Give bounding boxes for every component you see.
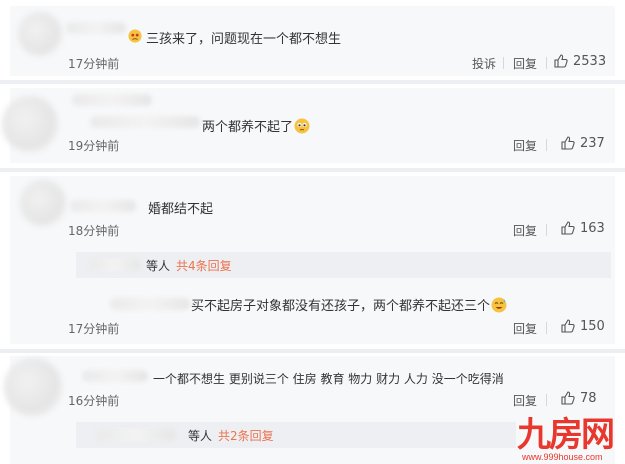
divider — [0, 80, 625, 84]
avatar[interactable] — [18, 12, 62, 56]
watermark-logo: 九房网 — [517, 415, 615, 455]
username[interactable] — [70, 200, 136, 212]
sub-reply-bar[interactable]: 等人 共2条回复 — [76, 422, 516, 448]
divider — [546, 224, 547, 236]
watermark-site: www.999house.com — [522, 452, 603, 462]
reply-button[interactable]: 回复 — [513, 222, 537, 239]
thumbs-up-icon — [554, 54, 568, 68]
pleading-face-icon — [294, 118, 310, 134]
like-button[interactable]: 237 — [560, 135, 605, 151]
divider — [546, 322, 547, 334]
comment-text: 婚都结不起 — [148, 202, 214, 217]
divider — [503, 57, 504, 69]
username[interactable] — [66, 22, 126, 34]
like-count: 150 — [580, 318, 605, 334]
report-button[interactable]: 投诉 — [472, 55, 496, 72]
thumbs-up-icon — [561, 319, 575, 333]
username[interactable] — [82, 370, 148, 382]
reply-button[interactable]: 回复 — [513, 392, 537, 409]
username[interactable] — [72, 94, 152, 106]
divider — [546, 139, 547, 151]
username[interactable] — [90, 116, 200, 128]
comment-text: 买不起房子对象都没有还孩子，两个都养不起还三个 — [191, 295, 507, 314]
sweat-smile-face-icon — [491, 297, 507, 313]
username[interactable] — [110, 298, 190, 310]
like-button[interactable]: 163 — [560, 220, 605, 236]
more-replies-link[interactable]: 共2条回复 — [218, 427, 274, 444]
thumbs-up-icon — [561, 391, 575, 405]
comment-card: 买不起房子对象都没有还孩子，两个都养不起还三个 17分钟前 回复 150 — [10, 286, 615, 344]
divider — [0, 349, 625, 353]
username[interactable] — [96, 429, 176, 441]
comment-time: 17分钟前 — [68, 322, 120, 336]
sub-reply-prefix: 等人 — [188, 429, 213, 443]
thumbs-up-icon — [561, 221, 575, 235]
divider — [546, 57, 547, 69]
avatar[interactable] — [4, 358, 62, 416]
like-button[interactable]: 2533 — [553, 53, 606, 69]
comment-card: 三孩来了，问题现在一个都不想生 17分钟前 投诉 回复 2533 — [10, 6, 615, 76]
comment-text: 一个都不想生 更别说三个 住房 教育 物力 财力 人力 没一个吃得消 — [153, 372, 504, 386]
reply-button[interactable]: 回复 — [513, 55, 537, 72]
reply-button[interactable]: 回复 — [513, 137, 537, 154]
avatar[interactable] — [20, 180, 66, 226]
thumbs-up-icon — [561, 136, 575, 150]
worried-face-icon — [128, 29, 142, 43]
sub-reply-prefix: 等人 — [146, 259, 171, 273]
like-count: 163 — [580, 220, 605, 236]
more-replies-link[interactable]: 共4条回复 — [176, 257, 232, 274]
like-count: 78 — [580, 390, 597, 406]
comment-time: 17分钟前 — [68, 57, 120, 71]
like-button[interactable]: 150 — [560, 318, 605, 334]
comment-text: 三孩来了，问题现在一个都不想生 — [146, 32, 342, 47]
divider — [0, 168, 625, 172]
comment-card: 两个都养不起了 19分钟前 回复 237 — [2, 88, 615, 163]
like-count: 237 — [580, 135, 605, 151]
like-button[interactable]: 78 — [560, 390, 597, 406]
comment-time: 18分钟前 — [68, 224, 120, 238]
sub-reply-bar[interactable]: 等人 共4条回复 — [76, 252, 611, 278]
username[interactable] — [90, 259, 140, 271]
avatar[interactable] — [2, 96, 58, 152]
comment-text: 两个都养不起了 — [202, 116, 310, 135]
comment-time: 19分钟前 — [68, 139, 120, 153]
comment-card: 婚都结不起 18分钟前 回复 163 等人 共4条回复 — [10, 176, 615, 286]
comment-time: 16分钟前 — [68, 394, 120, 408]
divider — [546, 394, 547, 406]
reply-button[interactable]: 回复 — [513, 320, 537, 337]
like-count: 2533 — [573, 53, 607, 69]
